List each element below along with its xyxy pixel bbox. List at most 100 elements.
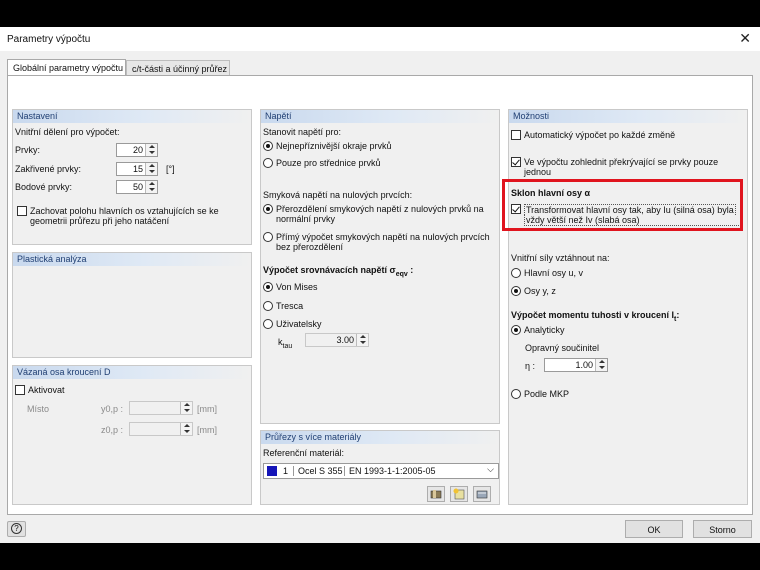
panel-nastaveni: Nastavení Vnitřní dělení pro výpočet: Pr… (12, 109, 252, 245)
bodove-value: 50 (132, 182, 143, 192)
radio-osy-yz[interactable] (511, 286, 521, 296)
radio-nejneprizni-label: Nejnepříznivější okraje prvků (276, 141, 392, 151)
edit-material-icon[interactable] (473, 486, 491, 502)
bodove-spinner[interactable]: 50 (116, 180, 158, 194)
material-name: Ocel S 355 (298, 466, 343, 476)
primy-label-2: bez přerozdělení (276, 242, 344, 252)
overlap-label-1: Ve výpočtu zohlednit překrývající se prv… (524, 157, 719, 167)
z0p-unit: [mm] (197, 425, 217, 435)
prerozdeleni-label-2: normální prvky (276, 214, 336, 224)
new-material-icon[interactable] (450, 486, 468, 502)
radio-nejneprizni[interactable] (263, 141, 273, 151)
osy-yz-label: Osy y, z (524, 286, 556, 296)
panel-title: Plastická analýza (13, 253, 251, 266)
srovnavaci-label: Výpočet srovnávacích napětí σeqv : (263, 265, 414, 278)
panel-napeti: Napětí Stanovit napětí pro: Nejnepřízniv… (260, 109, 500, 424)
eta-value: 1.00 (575, 360, 593, 370)
library-icon[interactable] (427, 486, 445, 502)
ktau-label: ktau (278, 337, 293, 350)
overlap-label-2: jednou (524, 167, 552, 177)
auto-calc-checkbox[interactable] (511, 130, 521, 140)
tresca-label: Tresca (276, 301, 304, 311)
prerozdeleni-label-1: Přerozdělení smykových napětí z nulových… (276, 204, 484, 214)
vnitrni-sily-label: Vnitřní síly vztáhnout na: (511, 253, 610, 263)
z0p-label: z0,p : (101, 425, 124, 435)
von-mises-label: Von Mises (276, 282, 318, 292)
material-number: 1 (283, 466, 289, 476)
close-icon[interactable]: ✕ (739, 30, 751, 47)
division-label: Vnitřní dělení pro výpočet: (15, 127, 120, 137)
bodove-label: Bodové prvky: (15, 182, 73, 192)
title-bar: Parametry výpočtu ✕ (0, 27, 760, 51)
uzivatelsky-label: Uživatelsky (276, 319, 322, 329)
spinner-arrows-icon[interactable] (356, 334, 368, 346)
tab-global-params[interactable]: Globální parametry výpočtu (7, 59, 126, 76)
zakrivene-label: Zakřivené prvky: (15, 164, 82, 174)
radio-stredniceprvku-label: Pouze pro střednice prvků (276, 158, 381, 168)
panel-title: Možnosti (509, 110, 747, 123)
radio-uzivatelsky[interactable] (263, 319, 273, 329)
prvky-spinner[interactable]: 20 (116, 143, 158, 157)
ktau-spinner[interactable]: 3.00 (305, 333, 369, 347)
panel-pruzezy: Průřezy s více materiály Referenční mate… (260, 430, 500, 505)
panel-moznosti: Možnosti Automatický výpočet po každé zm… (508, 109, 748, 505)
overlap-checkbox[interactable] (511, 157, 521, 167)
select-separator (344, 466, 345, 476)
panel-vazana-osa: Vázaná osa kroucení D Aktivovat Místo y0… (12, 365, 252, 505)
radio-tresca[interactable] (263, 301, 273, 311)
radio-stredniceprvku[interactable] (263, 158, 273, 168)
panel-title: Vázaná osa kroucení D (13, 366, 251, 379)
ref-material-select[interactable]: 1 Ocel S 355 EN 1993-1-1:2005-05 ⌵ (263, 463, 499, 479)
eta-spinner[interactable]: 1.00 (544, 358, 608, 372)
misto-label: Místo (27, 404, 50, 414)
keep-axes-label-2: geometrii průřezu při jeho natáčení (30, 216, 170, 226)
panel-title: Průřezy s více materiály (261, 431, 499, 444)
dialog-window: Parametry výpočtu ✕ Globální parametry v… (0, 27, 760, 543)
radio-analyticky[interactable] (511, 325, 521, 335)
panel-title: Nastavení (13, 110, 251, 123)
radio-prerozdeleni[interactable] (263, 204, 273, 214)
auto-calc-label: Automatický výpočet po každé změně (524, 130, 676, 140)
ktau-value: 3.00 (336, 335, 354, 345)
eta-label: η : (525, 361, 536, 371)
prvky-value: 20 (132, 145, 143, 155)
ref-material-label: Referenční materiál: (263, 448, 345, 458)
panel-title: Napětí (261, 110, 499, 123)
keep-axes-checkbox[interactable] (17, 206, 27, 216)
spinner-arrows-icon[interactable] (180, 402, 192, 414)
material-color-swatch (267, 466, 277, 476)
chevron-down-icon[interactable]: ⌵ (487, 464, 494, 475)
cancel-button[interactable]: Storno (693, 520, 752, 538)
stanovit-label: Stanovit napětí pro: (263, 127, 342, 137)
radio-von-mises[interactable] (263, 282, 273, 292)
spinner-arrows-icon[interactable] (145, 181, 157, 193)
spinner-arrows-icon[interactable] (595, 359, 607, 371)
primy-label-1: Přímý výpočet smykových napětí na nulový… (276, 232, 490, 242)
radio-primy-vypocet[interactable] (263, 232, 273, 242)
zakrivene-spinner[interactable]: 15 (116, 162, 158, 176)
radio-podle-mkp[interactable] (511, 389, 521, 399)
analyticky-label: Analyticky (524, 325, 565, 335)
ok-button[interactable]: OK (625, 520, 683, 538)
panel-plasticka: Plastická analýza (12, 252, 252, 358)
zakrivene-value: 15 (132, 164, 143, 174)
aktivovat-checkbox[interactable] (15, 385, 25, 395)
prvky-label: Prvky: (15, 145, 41, 155)
y0p-label: y0,p : (101, 404, 124, 414)
window-title: Parametry výpočtu (7, 34, 91, 45)
hlavni-osy-label: Hlavní osy u, v (524, 268, 584, 278)
help-icon[interactable]: ? (7, 521, 26, 537)
z0p-spinner[interactable] (129, 422, 193, 436)
y0p-spinner[interactable] (129, 401, 193, 415)
opravny-label: Opravný součinitel (525, 343, 600, 353)
select-separator (293, 466, 294, 476)
spinner-arrows-icon[interactable] (145, 144, 157, 156)
radio-hlavni-osy[interactable] (511, 268, 521, 278)
moment-label: Výpočet momentu tuhosti v kroucení It: (511, 310, 680, 323)
highlight-box (502, 179, 743, 231)
spinner-arrows-icon[interactable] (180, 423, 192, 435)
keep-axes-label-1: Zachovat polohu hlavních os vztahujících… (30, 206, 219, 216)
spinner-arrows-icon[interactable] (145, 163, 157, 175)
smykova-label: Smyková napětí na nulových prvcích: (263, 190, 413, 200)
tab-ct-parts[interactable]: c/t-části a účinný průřez (126, 60, 230, 76)
